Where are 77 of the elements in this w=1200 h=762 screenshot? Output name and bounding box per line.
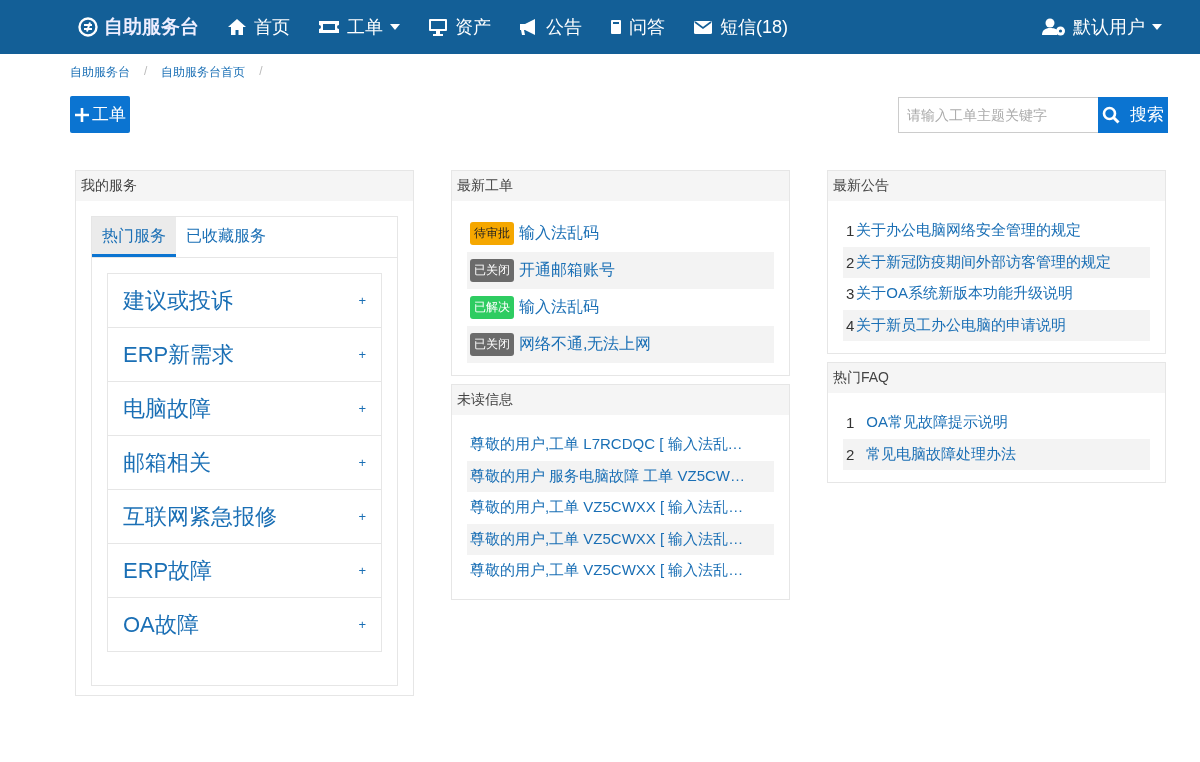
nav-link[interactable]: 短信(18) — [693, 15, 788, 39]
status-badge: 已解决 — [470, 296, 514, 319]
book-icon — [610, 19, 622, 35]
nav-link[interactable]: 资产 — [428, 15, 491, 39]
status-badge: 已关闭 — [470, 259, 514, 282]
user-settings-icon — [1042, 18, 1066, 36]
message-link[interactable]: 尊敬的用户,工单 VZ5CWXX [ 输入法乱… — [470, 561, 744, 581]
home-icon — [227, 18, 247, 36]
service-name[interactable]: 互联网紧急报修 — [123, 501, 277, 532]
status-badge: 已关闭 — [470, 333, 514, 356]
notice-link[interactable]: 关于办公电脑网络安全管理的规定 — [856, 221, 1082, 241]
ticket-icon — [318, 20, 340, 34]
panel-title: 最新工单 — [452, 171, 789, 201]
panel-title: 未读信息 — [452, 385, 789, 415]
nav-link[interactable]: 问答 — [610, 15, 665, 39]
service-name[interactable]: 电脑故障 — [123, 393, 211, 424]
service-name[interactable]: 建议或投诉 — [123, 285, 233, 316]
brand-link[interactable]: 自助服务台 — [78, 14, 199, 40]
add-icon[interactable]: + — [358, 455, 366, 470]
service-item[interactable]: 建议或投诉 + — [108, 274, 381, 328]
add-icon[interactable]: + — [358, 563, 366, 578]
message-link[interactable]: 尊敬的用户,工单 L7RCDQC [ 输入法乱… — [470, 435, 743, 455]
service-name[interactable]: ERP新需求 — [123, 339, 235, 370]
add-icon[interactable]: + — [358, 401, 366, 416]
nav-link[interactable]: 工单 — [318, 15, 400, 39]
item-number: 2 — [846, 253, 855, 271]
item-number: 4 — [846, 316, 855, 334]
item-number: 3 — [846, 285, 855, 303]
service-item[interactable]: 互联网紧急报修 + — [108, 490, 381, 544]
breadcrumb-separator: / — [259, 64, 263, 80]
caret-icon — [390, 24, 400, 30]
faq-link[interactable]: OA常见故障提示说明 — [866, 413, 1009, 433]
service-item[interactable]: 邮箱相关 + — [108, 436, 381, 490]
search-button[interactable]: 搜索 — [1098, 96, 1168, 133]
ticket-link[interactable]: 输入法乱码 — [519, 297, 599, 318]
caret-icon — [1152, 24, 1162, 30]
service-name[interactable]: ERP故障 — [123, 555, 213, 586]
service-item[interactable]: ERP故障 + — [108, 544, 381, 598]
new-ticket-button[interactable]: 工单 — [70, 96, 130, 133]
nav-link[interactable]: 首页 — [227, 15, 290, 39]
breadcrumb-separator: / — [144, 64, 148, 80]
search-icon — [1102, 105, 1120, 124]
status-badge: 待审批 — [470, 222, 514, 245]
item-number: 1 — [846, 222, 855, 240]
notice-link[interactable]: 关于OA系统新版本功能升级说明 — [856, 284, 1074, 304]
breadcrumb-link[interactable]: 自助服务台 — [70, 64, 130, 84]
ticket-link[interactable]: 输入法乱码 — [519, 223, 599, 244]
logo-icon — [78, 17, 98, 37]
service-name[interactable]: 邮箱相关 — [123, 447, 211, 478]
tab[interactable]: 已收藏服务 — [176, 217, 276, 257]
envelope-icon — [693, 19, 713, 35]
add-icon[interactable]: + — [358, 509, 366, 524]
item-number: 2 — [846, 445, 855, 463]
breadcrumb-link[interactable]: 自助服务台首页 — [161, 64, 246, 84]
user-menu[interactable]: 默认用户 — [1042, 15, 1162, 39]
add-icon[interactable]: + — [358, 347, 366, 362]
notice-link[interactable]: 关于新员工办公电脑的申请说明 — [856, 315, 1067, 335]
faq-link[interactable]: 常见电脑故障处理办法 — [866, 444, 1017, 464]
message-link[interactable]: 尊敬的用户,工单 VZ5CWXX [ 输入法乱… — [470, 498, 744, 518]
service-item[interactable]: OA故障 + — [108, 598, 381, 651]
panel-title: 最新公告 — [828, 171, 1165, 201]
add-icon[interactable]: + — [358, 293, 366, 308]
plus-icon — [75, 107, 89, 122]
service-item[interactable]: 电脑故障 + — [108, 382, 381, 436]
ticket-link[interactable]: 网络不通,无法上网 — [519, 334, 652, 355]
panel-title: 热门FAQ — [828, 363, 1165, 393]
add-icon[interactable]: + — [358, 617, 366, 632]
service-item[interactable]: ERP新需求 + — [108, 328, 381, 382]
notice-link[interactable]: 关于新冠防疫期间外部访客管理的规定 — [856, 252, 1112, 272]
tab[interactable]: 热门服务 — [92, 217, 176, 257]
item-number: 1 — [846, 414, 855, 432]
search-field[interactable]: 请输入工单主题关键字 — [898, 96, 1098, 133]
panel-title: 我的服务 — [76, 171, 413, 201]
nav-link[interactable]: 公告 — [519, 15, 582, 39]
ticket-link[interactable]: 开通邮箱账号 — [519, 260, 615, 281]
monitor-icon — [428, 18, 448, 36]
service-name[interactable]: OA故障 — [123, 609, 199, 640]
